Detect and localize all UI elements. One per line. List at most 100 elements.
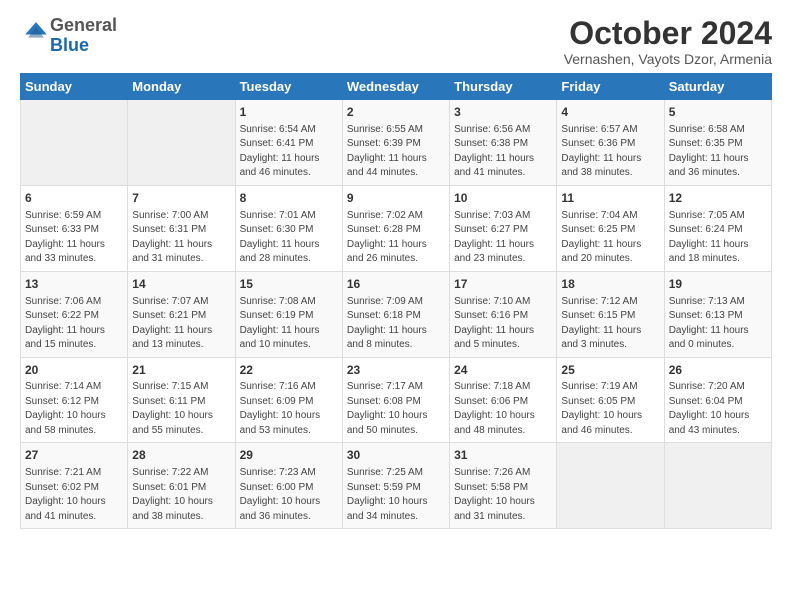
calendar-cell: 1 Sunrise: 6:54 AMSunset: 6:41 PMDaylight… bbox=[235, 100, 342, 186]
calendar-cell: 9 Sunrise: 7:02 AMSunset: 6:28 PMDaylight… bbox=[342, 185, 449, 271]
calendar-cell: 29 Sunrise: 7:23 AMSunset: 6:00 PMDayligh… bbox=[235, 443, 342, 529]
day-number: 1 bbox=[240, 104, 338, 121]
calendar-cell: 7 Sunrise: 7:00 AMSunset: 6:31 PMDaylight… bbox=[128, 185, 235, 271]
day-info: Sunrise: 7:03 AMSunset: 6:27 PMDaylight:… bbox=[454, 209, 552, 267]
calendar-cell: 19 Sunrise: 7:13 AMSunset: 6:13 PMDayligh… bbox=[664, 271, 771, 357]
day-of-week-header: Monday bbox=[128, 74, 235, 100]
calendar-cell bbox=[557, 443, 664, 529]
calendar-cell: 6 Sunrise: 6:59 AMSunset: 6:33 PMDaylight… bbox=[21, 185, 128, 271]
calendar-cell: 22Sunrise: 7:16 AMSunset: 6:09 PMDayligh… bbox=[235, 357, 342, 443]
day-info: Sunrise: 6:56 AMSunset: 6:38 PMDaylight:… bbox=[454, 123, 552, 181]
calendar-cell: 5Sunrise: 6:58 AMSunset: 6:35 PMDaylight… bbox=[664, 100, 771, 186]
calendar-cell: 2 Sunrise: 6:55 AMSunset: 6:39 PMDaylight… bbox=[342, 100, 449, 186]
day-of-week-header: Saturday bbox=[664, 74, 771, 100]
day-number: 10 bbox=[454, 190, 552, 207]
day-info: Sunrise: 7:00 AMSunset: 6:31 PMDaylight:… bbox=[132, 209, 230, 267]
calendar-week-row: 13Sunrise: 7:06 AMSunset: 6:22 PMDayligh… bbox=[21, 271, 772, 357]
day-number: 18 bbox=[561, 276, 659, 293]
calendar-cell: 3 Sunrise: 6:56 AMSunset: 6:38 PMDaylight… bbox=[450, 100, 557, 186]
calendar-cell: 14 Sunrise: 7:07 AMSunset: 6:21 PMDayligh… bbox=[128, 271, 235, 357]
day-number: 4 bbox=[561, 104, 659, 121]
title-section: October 2024 Vernashen, Vayots Dzor, Arm… bbox=[564, 16, 772, 67]
calendar-cell: 12Sunrise: 7:05 AMSunset: 6:24 PMDayligh… bbox=[664, 185, 771, 271]
calendar-cell: 23Sunrise: 7:17 AMSunset: 6:08 PMDayligh… bbox=[342, 357, 449, 443]
calendar-cell bbox=[128, 100, 235, 186]
calendar-cell: 27Sunrise: 7:21 AMSunset: 6:02 PMDayligh… bbox=[21, 443, 128, 529]
header-row: SundayMondayTuesdayWednesdayThursdayFrid… bbox=[21, 74, 772, 100]
page: General Blue October 2024 Vernashen, Vay… bbox=[0, 0, 792, 612]
day-number: 8 bbox=[240, 190, 338, 207]
day-number: 16 bbox=[347, 276, 445, 293]
logo-blue: Blue bbox=[50, 35, 89, 55]
day-info: Sunrise: 7:22 AMSunset: 6:01 PMDaylight:… bbox=[132, 466, 230, 524]
calendar-cell: 4 Sunrise: 6:57 AMSunset: 6:36 PMDaylight… bbox=[557, 100, 664, 186]
calendar-week-row: 6 Sunrise: 6:59 AMSunset: 6:33 PMDaylight… bbox=[21, 185, 772, 271]
calendar-cell bbox=[21, 100, 128, 186]
day-info: Sunrise: 7:02 AMSunset: 6:28 PMDaylight:… bbox=[347, 209, 445, 267]
day-number: 29 bbox=[240, 447, 338, 464]
day-info: Sunrise: 7:06 AMSunset: 6:22 PMDaylight:… bbox=[25, 295, 123, 353]
day-number: 7 bbox=[132, 190, 230, 207]
day-number: 27 bbox=[25, 447, 123, 464]
day-number: 11 bbox=[561, 190, 659, 207]
calendar-cell: 25Sunrise: 7:19 AMSunset: 6:05 PMDayligh… bbox=[557, 357, 664, 443]
day-number: 26 bbox=[669, 362, 767, 379]
day-info: Sunrise: 6:54 AMSunset: 6:41 PMDaylight:… bbox=[240, 123, 338, 181]
day-info: Sunrise: 7:08 AMSunset: 6:19 PMDaylight:… bbox=[240, 295, 338, 353]
day-info: Sunrise: 6:59 AMSunset: 6:33 PMDaylight:… bbox=[25, 209, 123, 267]
header: General Blue October 2024 Vernashen, Vay… bbox=[20, 16, 772, 67]
day-info: Sunrise: 7:19 AMSunset: 6:05 PMDaylight:… bbox=[561, 380, 659, 438]
day-info: Sunrise: 7:17 AMSunset: 6:08 PMDaylight:… bbox=[347, 380, 445, 438]
day-number: 14 bbox=[132, 276, 230, 293]
calendar-cell: 26Sunrise: 7:20 AMSunset: 6:04 PMDayligh… bbox=[664, 357, 771, 443]
day-info: Sunrise: 7:05 AMSunset: 6:24 PMDaylight:… bbox=[669, 209, 767, 267]
calendar-week-row: 1 Sunrise: 6:54 AMSunset: 6:41 PMDaylight… bbox=[21, 100, 772, 186]
calendar-cell: 21Sunrise: 7:15 AMSunset: 6:11 PMDayligh… bbox=[128, 357, 235, 443]
day-number: 3 bbox=[454, 104, 552, 121]
calendar-cell: 8Sunrise: 7:01 AMSunset: 6:30 PMDaylight… bbox=[235, 185, 342, 271]
day-info: Sunrise: 7:16 AMSunset: 6:09 PMDaylight:… bbox=[240, 380, 338, 438]
day-info: Sunrise: 6:57 AMSunset: 6:36 PMDaylight:… bbox=[561, 123, 659, 181]
day-of-week-header: Sunday bbox=[21, 74, 128, 100]
day-number: 2 bbox=[347, 104, 445, 121]
calendar-cell: 15 Sunrise: 7:08 AMSunset: 6:19 PMDayligh… bbox=[235, 271, 342, 357]
calendar-week-row: 27Sunrise: 7:21 AMSunset: 6:02 PMDayligh… bbox=[21, 443, 772, 529]
day-of-week-header: Wednesday bbox=[342, 74, 449, 100]
day-info: Sunrise: 6:58 AMSunset: 6:35 PMDaylight:… bbox=[669, 123, 767, 181]
day-info: Sunrise: 7:25 AMSunset: 5:59 PMDaylight:… bbox=[347, 466, 445, 524]
day-info: Sunrise: 7:07 AMSunset: 6:21 PMDaylight:… bbox=[132, 295, 230, 353]
day-info: Sunrise: 7:14 AMSunset: 6:12 PMDaylight:… bbox=[25, 380, 123, 438]
day-number: 24 bbox=[454, 362, 552, 379]
day-number: 20 bbox=[25, 362, 123, 379]
day-number: 6 bbox=[25, 190, 123, 207]
day-info: Sunrise: 7:10 AMSunset: 6:16 PMDaylight:… bbox=[454, 295, 552, 353]
calendar-cell bbox=[664, 443, 771, 529]
day-info: Sunrise: 7:15 AMSunset: 6:11 PMDaylight:… bbox=[132, 380, 230, 438]
day-info: Sunrise: 7:26 AMSunset: 5:58 PMDaylight:… bbox=[454, 466, 552, 524]
day-of-week-header: Tuesday bbox=[235, 74, 342, 100]
day-info: Sunrise: 7:23 AMSunset: 6:00 PMDaylight:… bbox=[240, 466, 338, 524]
calendar-cell: 10 Sunrise: 7:03 AMSunset: 6:27 PMDayligh… bbox=[450, 185, 557, 271]
logo-text: General Blue bbox=[50, 16, 117, 56]
logo-icon bbox=[22, 19, 50, 47]
day-number: 21 bbox=[132, 362, 230, 379]
calendar-cell: 16Sunrise: 7:09 AMSunset: 6:18 PMDayligh… bbox=[342, 271, 449, 357]
calendar-cell: 17 Sunrise: 7:10 AMSunset: 6:16 PMDayligh… bbox=[450, 271, 557, 357]
day-number: 17 bbox=[454, 276, 552, 293]
calendar-cell: 31Sunrise: 7:26 AMSunset: 5:58 PMDayligh… bbox=[450, 443, 557, 529]
calendar-cell: 20Sunrise: 7:14 AMSunset: 6:12 PMDayligh… bbox=[21, 357, 128, 443]
day-number: 15 bbox=[240, 276, 338, 293]
day-info: Sunrise: 7:20 AMSunset: 6:04 PMDaylight:… bbox=[669, 380, 767, 438]
day-info: Sunrise: 6:55 AMSunset: 6:39 PMDaylight:… bbox=[347, 123, 445, 181]
day-number: 22 bbox=[240, 362, 338, 379]
month-title: October 2024 bbox=[564, 16, 772, 51]
day-number: 23 bbox=[347, 362, 445, 379]
calendar-cell: 11Sunrise: 7:04 AMSunset: 6:25 PMDayligh… bbox=[557, 185, 664, 271]
day-number: 28 bbox=[132, 447, 230, 464]
day-number: 19 bbox=[669, 276, 767, 293]
day-of-week-header: Friday bbox=[557, 74, 664, 100]
day-info: Sunrise: 7:18 AMSunset: 6:06 PMDaylight:… bbox=[454, 380, 552, 438]
day-number: 9 bbox=[347, 190, 445, 207]
logo-general: General bbox=[50, 15, 117, 35]
day-info: Sunrise: 7:13 AMSunset: 6:13 PMDaylight:… bbox=[669, 295, 767, 353]
